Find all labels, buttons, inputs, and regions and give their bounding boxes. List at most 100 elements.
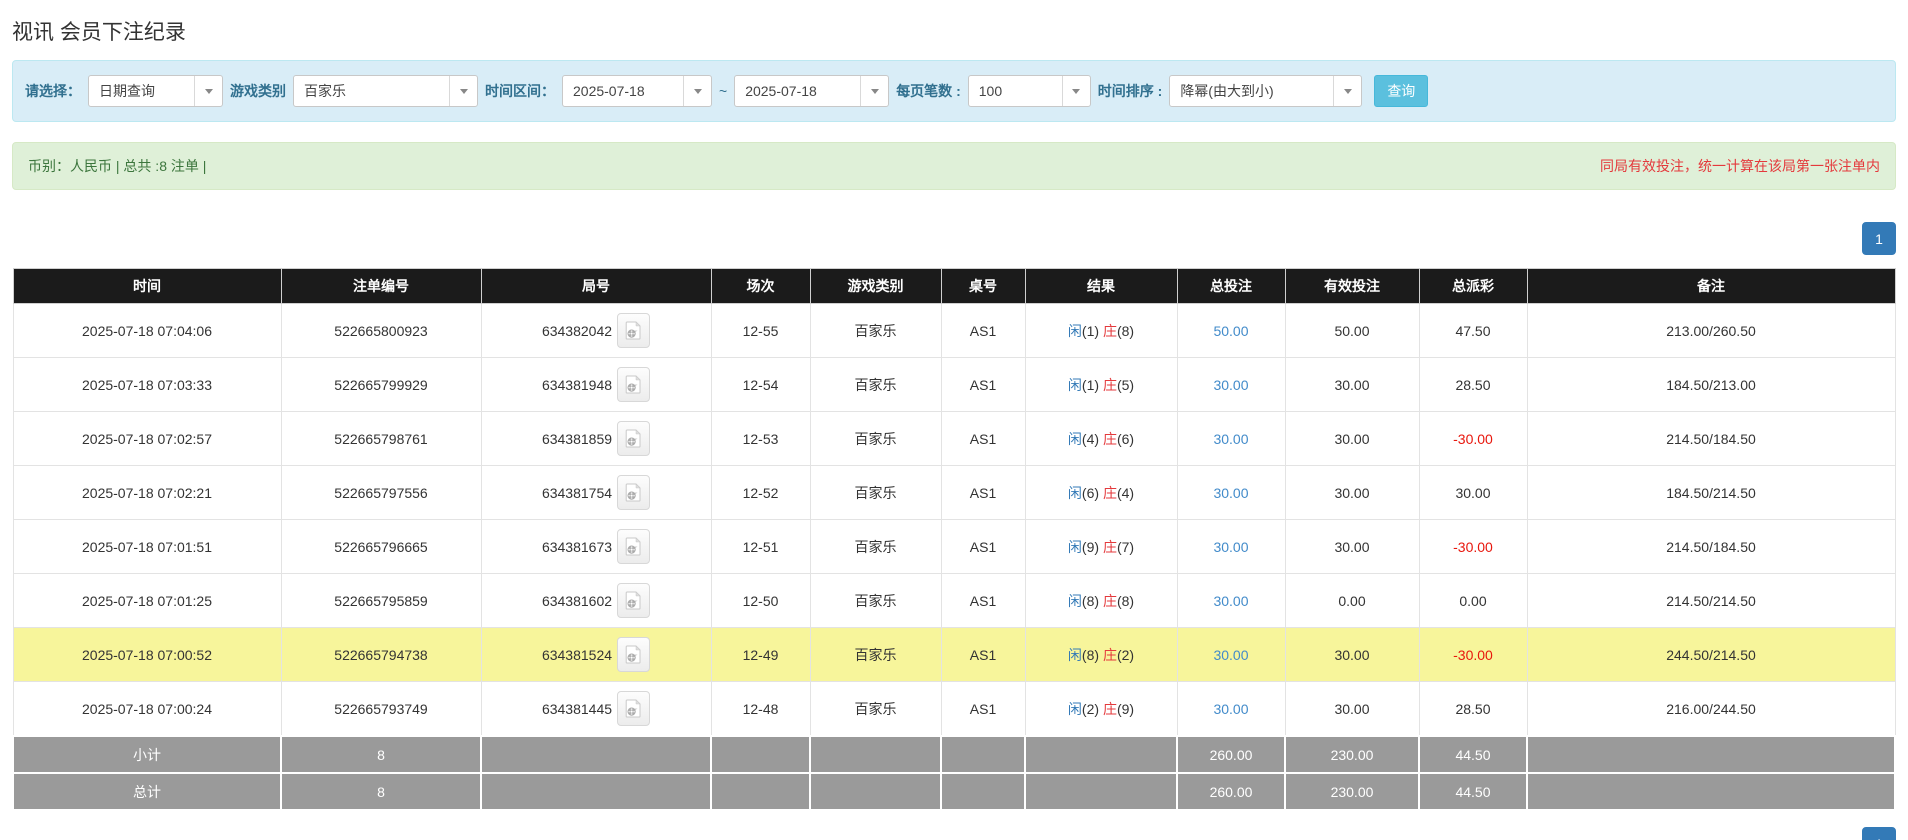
video-file-icon (625, 537, 642, 556)
total-bet-cell: 30.00 (1177, 574, 1285, 628)
table-no-cell: AS1 (941, 682, 1025, 737)
table-no-cell: AS1 (941, 574, 1025, 628)
grand-total-payout: 44.50 (1419, 773, 1527, 810)
video-replay-button[interactable] (617, 529, 650, 564)
table-no-cell: AS1 (941, 304, 1025, 358)
payout-cell: 30.00 (1419, 466, 1527, 520)
game-type-cell: 百家乐 (810, 574, 941, 628)
page-size-select[interactable]: 100 (968, 75, 1091, 107)
video-replay-button[interactable] (617, 637, 650, 672)
payout-cell: -30.00 (1419, 412, 1527, 466)
time-cell: 2025-07-18 07:03:33 (13, 358, 281, 412)
time-cell: 2025-07-18 07:00:24 (13, 682, 281, 737)
chevron-down-icon (860, 76, 888, 106)
round-id: 634381524 (542, 647, 612, 663)
banker-result-label: 庄 (1103, 701, 1117, 717)
note-cell: 214.50/214.50 (1527, 574, 1895, 628)
time-sort-select[interactable]: 降幂(由大到小) (1169, 75, 1362, 107)
betting-records-table: 时间 注单编号 局号 场次 游戏类别 桌号 结果 总投注 有效投注 总派彩 备注… (12, 268, 1896, 811)
total-bet-link[interactable]: 30.00 (1213, 377, 1248, 393)
total-bet-link[interactable]: 30.00 (1213, 647, 1248, 663)
video-replay-button[interactable] (617, 691, 650, 726)
time-cell: 2025-07-18 07:00:52 (13, 628, 281, 682)
chevron-down-icon (194, 76, 222, 106)
session-cell: 12-54 (711, 358, 810, 412)
time-cell: 2025-07-18 07:02:57 (13, 412, 281, 466)
total-bet-link[interactable]: 30.00 (1213, 485, 1248, 501)
video-file-icon (625, 429, 642, 448)
total-bet-cell: 30.00 (1177, 466, 1285, 520)
banker-result-label: 庄 (1103, 539, 1117, 555)
query-button[interactable]: 查询 (1374, 75, 1428, 107)
round-cell: 634381524 (481, 628, 711, 682)
page-1-button[interactable]: 1 (1862, 827, 1896, 840)
banker-result-label: 庄 (1103, 647, 1117, 663)
bet-id-cell: 522665795859 (281, 574, 481, 628)
round-id: 634382042 (542, 323, 612, 339)
result-cell: 闲(6) 庄(4) (1025, 466, 1177, 520)
game-type-select[interactable]: 百家乐 (293, 75, 478, 107)
banker-result-score: (8) (1117, 593, 1134, 609)
table-row[interactable]: 2025-07-18 07:01:25 522665795859 6343816… (13, 574, 1895, 628)
video-replay-button[interactable] (617, 421, 650, 456)
table-row[interactable]: 2025-07-18 07:02:57 522665798761 6343818… (13, 412, 1895, 466)
chevron-down-icon (449, 76, 477, 106)
video-replay-button[interactable] (617, 313, 650, 348)
page-size-value: 100 (969, 83, 1012, 99)
header-game-type: 游戏类别 (810, 269, 941, 304)
table-row[interactable]: 2025-07-18 07:03:33 522665799929 6343819… (13, 358, 1895, 412)
table-row[interactable]: 2025-07-18 07:00:24 522665793749 6343814… (13, 682, 1895, 737)
video-replay-button[interactable] (617, 475, 650, 510)
video-replay-button[interactable] (617, 583, 650, 618)
player-result-score: (6) (1082, 485, 1099, 501)
filter-bar: 请选择： 日期查询 游戏类别 百家乐 时间区间： 2025-07-18 ~ 20… (12, 60, 1896, 122)
bet-id-cell: 522665799929 (281, 358, 481, 412)
header-table-no: 桌号 (941, 269, 1025, 304)
valid-bet-cell: 0.00 (1285, 574, 1419, 628)
page-1-button[interactable]: 1 (1862, 222, 1896, 255)
player-result-score: (9) (1082, 539, 1099, 555)
table-row[interactable]: 2025-07-18 07:02:21 522665797556 6343817… (13, 466, 1895, 520)
total-bet-link[interactable]: 30.00 (1213, 701, 1248, 717)
table-row[interactable]: 2025-07-18 07:04:06 522665800923 6343820… (13, 304, 1895, 358)
date-from-select[interactable]: 2025-07-18 (562, 75, 712, 107)
header-valid-bet: 有效投注 (1285, 269, 1419, 304)
banker-result-score: (2) (1117, 647, 1134, 663)
total-bet-link[interactable]: 30.00 (1213, 539, 1248, 555)
total-bet-link[interactable]: 30.00 (1213, 431, 1248, 447)
session-cell: 12-52 (711, 466, 810, 520)
table-row[interactable]: 2025-07-18 07:01:51 522665796665 6343816… (13, 520, 1895, 574)
session-cell: 12-50 (711, 574, 810, 628)
table-no-cell: AS1 (941, 520, 1025, 574)
video-file-icon (625, 321, 642, 340)
total-bet-link[interactable]: 50.00 (1213, 323, 1248, 339)
query-type-select[interactable]: 日期查询 (88, 75, 223, 107)
table-row[interactable]: 2025-07-18 07:00:52 522665794738 6343815… (13, 628, 1895, 682)
valid-bet-notice-text: 同局有效投注，统一计算在该局第一张注单内 (1600, 156, 1880, 176)
player-result-label: 闲 (1068, 647, 1082, 663)
total-bet-link[interactable]: 30.00 (1213, 593, 1248, 609)
round-id: 634381445 (542, 701, 612, 717)
valid-bet-cell: 30.00 (1285, 358, 1419, 412)
header-session: 场次 (711, 269, 810, 304)
valid-bet-cell: 30.00 (1285, 466, 1419, 520)
header-payout: 总派彩 (1419, 269, 1527, 304)
header-note: 备注 (1527, 269, 1895, 304)
date-to-select[interactable]: 2025-07-18 (734, 75, 889, 107)
session-cell: 12-55 (711, 304, 810, 358)
player-result-score: (1) (1082, 323, 1099, 339)
note-cell: 244.50/214.50 (1527, 628, 1895, 682)
game-type-label: 游戏类别 (230, 81, 286, 101)
video-replay-button[interactable] (617, 367, 650, 402)
grand-total-label: 总计 (13, 773, 281, 810)
date-from-value: 2025-07-18 (563, 83, 655, 99)
result-cell: 闲(2) 庄(9) (1025, 682, 1177, 737)
game-type-cell: 百家乐 (810, 358, 941, 412)
round-cell: 634381445 (481, 682, 711, 737)
time-cell: 2025-07-18 07:04:06 (13, 304, 281, 358)
subtotal-row: 小计 8 260.00 230.00 44.50 (13, 736, 1895, 773)
banker-result-score: (9) (1117, 701, 1134, 717)
banker-result-label: 庄 (1103, 485, 1117, 501)
time-cell: 2025-07-18 07:02:21 (13, 466, 281, 520)
round-cell: 634381602 (481, 574, 711, 628)
